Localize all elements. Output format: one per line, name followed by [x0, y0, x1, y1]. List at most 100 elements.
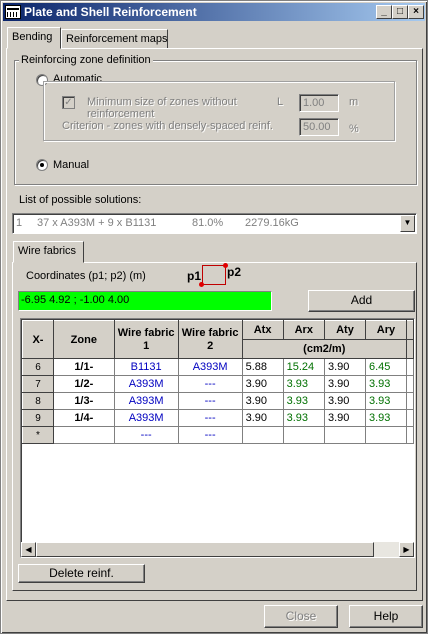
ary-cell[interactable]: 3.93 [364, 375, 407, 393]
close-window-icon[interactable]: × [408, 5, 424, 19]
arx-cell[interactable]: 3.93 [282, 409, 326, 427]
min-size-checkbox[interactable]: ✓ [62, 96, 75, 109]
header-wf1-line1: Wire fabric [117, 326, 175, 339]
aty-cell[interactable]: 3.90 [324, 358, 366, 376]
arx-cell[interactable]: 3.93 [282, 375, 326, 393]
header-x: X- [22, 320, 54, 359]
coords-label: Coordinates (p1; p2) (m) [26, 270, 146, 282]
aty-cell[interactable]: 3.90 [324, 375, 366, 393]
atx-cell[interactable]: 5.88 [241, 358, 284, 376]
extra-cell [405, 375, 414, 393]
delete-reinf-label: Delete reinf. [49, 566, 114, 580]
wire-fabric-2-cell[interactable]: --- [177, 409, 243, 427]
p1-point-icon [199, 282, 204, 287]
wire-fabric-2-cell[interactable]: --- [177, 392, 243, 410]
zone-cell[interactable]: 1/1- [52, 358, 115, 376]
chevron-down-icon[interactable]: ▼ [400, 215, 415, 232]
tab-bending[interactable]: Bending [7, 27, 61, 49]
table-row[interactable]: 8 1/3- A393M --- 3.90 3.93 3.90 3.93 [22, 392, 414, 410]
header-extra [405, 320, 414, 340]
l-value-field[interactable]: 1.00 [299, 94, 339, 112]
window-title: Plate and Shell Reinforcement [24, 5, 197, 19]
p1-label: p1 [187, 269, 202, 283]
solution-percent: 81.0% [192, 217, 224, 229]
extra-cell [405, 392, 414, 410]
extra-cell [405, 358, 414, 376]
row-number[interactable]: * [22, 426, 54, 444]
scroll-thumb[interactable] [36, 542, 374, 557]
add-button[interactable]: Add [308, 290, 415, 312]
header-wire-fabric-2: Wire fabric 2 [177, 320, 243, 359]
table-row[interactable]: 7 1/2- A393M --- 3.90 3.93 3.90 3.93 [22, 375, 414, 393]
row-number[interactable]: 7 [22, 375, 54, 393]
solutions-label: List of possible solutions: [19, 194, 142, 206]
atx-cell[interactable]: 3.90 [241, 392, 284, 410]
atx-cell[interactable] [241, 426, 284, 444]
criterion-unit: % [349, 123, 359, 135]
ary-cell[interactable] [364, 426, 407, 444]
title-bar[interactable]: Plate and Shell Reinforcement _ □ × [3, 3, 425, 21]
zone-cell[interactable]: 1/4- [52, 409, 115, 427]
wire-fabric-1-cell[interactable]: B1131 [113, 358, 179, 376]
manual-radio[interactable] [36, 159, 48, 171]
arx-cell[interactable]: 3.93 [282, 392, 326, 410]
aty-cell[interactable]: 3.90 [324, 392, 366, 410]
row-number[interactable]: 8 [22, 392, 54, 410]
tab-wire-fabrics[interactable]: Wire fabrics [13, 241, 84, 263]
min-size-label-2: reinforcement [87, 108, 155, 120]
header-unit: (cm2/m) [241, 339, 407, 359]
minimize-icon[interactable]: _ [376, 5, 392, 19]
ary-cell[interactable]: 3.93 [364, 409, 407, 427]
p2-label: p2 [227, 265, 242, 279]
close-button-label: Close [285, 609, 317, 623]
arx-cell[interactable] [282, 426, 326, 444]
l-label: L [277, 96, 284, 108]
zone-cell[interactable]: 1/2- [52, 375, 115, 393]
solution-description: 37 x A393M + 9 x B1131 [37, 217, 157, 229]
coords-input[interactable]: -6.95 4.92 ; -1.00 4.00 [18, 291, 272, 311]
solution-index: 1 [16, 217, 23, 229]
table-row[interactable]: 9 1/4- A393M --- 3.90 3.93 3.90 3.93 [22, 409, 414, 427]
table-row[interactable]: * --- --- [22, 426, 414, 444]
zone-cell[interactable] [52, 426, 115, 444]
wire-fabric-1-cell[interactable]: A393M [113, 392, 179, 410]
solutions-combobox[interactable]: 1 37 x A393M + 9 x B1131 81.0% 2279.16kG… [12, 213, 417, 234]
manual-label: Manual [53, 159, 90, 171]
maximize-icon[interactable]: □ [392, 5, 408, 19]
tab-reinforcement-maps[interactable]: Reinforcement maps [61, 29, 168, 49]
aty-cell[interactable] [324, 426, 366, 444]
reinforcement-table-body: X- Zone Wire fabric 1 Wire fabric 2 Atx … [22, 320, 414, 444]
criterion-value-field[interactable]: 50.00 [299, 118, 339, 136]
header-wf1-line2: 1 [143, 339, 150, 352]
wire-fabric-1-cell[interactable]: --- [113, 426, 179, 444]
row-number[interactable]: 6 [22, 358, 54, 376]
min-size-label-1: Minimum size of zones without [87, 96, 237, 108]
aty-cell[interactable]: 3.90 [324, 409, 366, 427]
tab-reinforcement-maps-label: Reinforcement maps [66, 33, 168, 45]
table-scrollbar[interactable]: ◀ ▶ [21, 542, 414, 557]
delete-reinf-button[interactable]: Delete reinf. [18, 564, 145, 583]
arx-cell[interactable]: 15.24 [282, 358, 326, 376]
wire-fabric-2-cell[interactable]: --- [177, 426, 243, 444]
row-number[interactable]: 9 [22, 409, 54, 427]
header-ary: Ary [364, 320, 407, 340]
ary-cell[interactable]: 3.93 [364, 392, 407, 410]
extra-cell [405, 426, 414, 444]
zone-cell[interactable]: 1/3- [52, 392, 115, 410]
wire-fabric-2-cell[interactable]: --- [177, 375, 243, 393]
header-wire-fabric-1: Wire fabric 1 [113, 320, 179, 359]
ary-cell[interactable]: 6.45 [364, 358, 407, 376]
wire-fabric-1-cell[interactable]: A393M [113, 409, 179, 427]
wire-fabric-2-cell[interactable]: A393M [177, 358, 243, 376]
reinforcement-table[interactable]: X- Zone Wire fabric 1 Wire fabric 2 Atx … [20, 318, 415, 558]
table-row[interactable]: 6 1/1- B1131 A393M 5.88 15.24 3.90 6.45 [22, 358, 414, 376]
scroll-left-icon[interactable]: ◀ [21, 542, 36, 557]
header-atx: Atx [241, 320, 284, 340]
close-button[interactable]: Close [264, 605, 338, 628]
help-button[interactable]: Help [349, 605, 423, 628]
scroll-right-icon[interactable]: ▶ [399, 542, 414, 557]
atx-cell[interactable]: 3.90 [241, 375, 284, 393]
header-aty: Aty [324, 320, 366, 340]
wire-fabric-1-cell[interactable]: A393M [113, 375, 179, 393]
atx-cell[interactable]: 3.90 [241, 409, 284, 427]
